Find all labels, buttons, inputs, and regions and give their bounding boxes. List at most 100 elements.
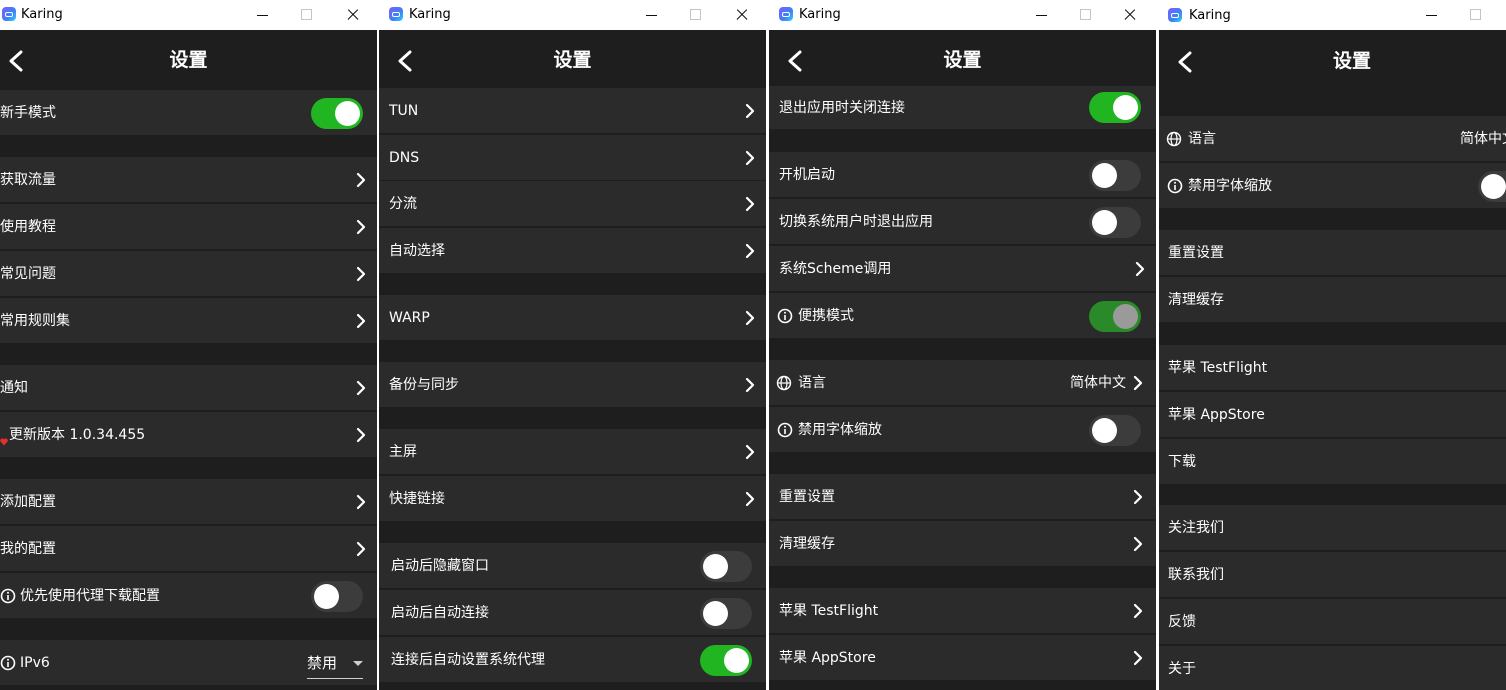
karing-app-icon: [389, 7, 403, 21]
karing-app-icon: [2, 7, 16, 21]
close-on-exit-toggle[interactable]: [1089, 92, 1141, 123]
my-config-row[interactable]: 我的配置: [0, 526, 377, 572]
testflight-label: 苹果 TestFlight: [779, 603, 879, 619]
auto-connect-on-start-label: 启动后自动连接: [391, 605, 489, 621]
settings-window-2: Karing 设置 TUN DNS 分流 自动选择 WARP 备份与同步 主屏: [379, 0, 766, 690]
get-traffic-row[interactable]: 获取流量: [0, 157, 377, 203]
info-icon[interactable]: [0, 588, 16, 604]
app-name: Karing: [799, 7, 841, 22]
about-row[interactable]: 关于: [1159, 646, 1506, 690]
routing-row[interactable]: 分流: [379, 181, 766, 227]
page-title: 设置: [169, 49, 208, 71]
update-row[interactable]: 更新版本 1.0.34.455: [0, 412, 377, 458]
minimize-button[interactable]: [240, 0, 286, 30]
page-header: 设置: [769, 30, 1156, 92]
chevron-right-icon: [745, 243, 755, 259]
close-button[interactable]: [330, 0, 376, 30]
minimize-button[interactable]: [1019, 0, 1065, 30]
home-screen-row[interactable]: 主屏: [379, 429, 766, 475]
info-icon[interactable]: [1167, 178, 1183, 194]
testflight-label: 苹果 TestFlight: [1168, 360, 1268, 376]
tun-row[interactable]: TUN: [379, 88, 766, 134]
dns-row[interactable]: DNS: [379, 135, 766, 181]
download-row[interactable]: 下载: [1159, 439, 1506, 485]
home-screen-label: 主屏: [389, 444, 417, 460]
settings-window-3: Karing 设置 退出应用时关闭连接 开机启动 切换系统用户时退出应用 系统S…: [769, 0, 1156, 690]
faq-row[interactable]: 常见问题: [0, 251, 377, 297]
portable-mode-toggle[interactable]: [1089, 301, 1141, 332]
auto-connect-on-start-toggle[interactable]: [700, 598, 752, 629]
prefer-proxy-download-label: 优先使用代理下载配置: [20, 588, 160, 604]
hide-window-on-start-toggle[interactable]: [700, 551, 752, 582]
chevron-right-icon: [1133, 603, 1143, 619]
info-icon[interactable]: [777, 422, 793, 438]
backup-sync-row[interactable]: 备份与同步: [379, 362, 766, 408]
chevron-right-icon: [356, 313, 366, 329]
info-icon[interactable]: [0, 655, 16, 671]
chevron-right-icon: [356, 380, 366, 396]
info-icon[interactable]: [777, 308, 793, 324]
prefer-proxy-download-toggle[interactable]: [311, 581, 363, 612]
maximize-button[interactable]: [673, 0, 719, 30]
chevron-right-icon: [1133, 536, 1143, 552]
appstore-label: 苹果 AppStore: [779, 650, 876, 666]
exit-on-user-switch-label: 切换系统用户时退出应用: [779, 214, 933, 230]
ipv6-label: IPv6: [20, 655, 50, 671]
disable-font-scaling-toggle[interactable]: [1089, 415, 1141, 446]
reset-settings-row[interactable]: 重置设置: [1159, 230, 1506, 276]
appstore-row[interactable]: 苹果 AppStore: [1159, 392, 1506, 438]
appstore-row[interactable]: 苹果 AppStore: [769, 635, 1156, 681]
close-button[interactable]: [1107, 0, 1153, 30]
chevron-right-icon: [745, 103, 755, 119]
faq-label: 常见问题: [0, 266, 56, 282]
feedback-row[interactable]: 反馈: [1159, 599, 1506, 645]
karing-app-icon: [779, 7, 793, 21]
launch-at-boot-toggle[interactable]: [1089, 160, 1141, 191]
prefer-proxy-download-row: 优先使用代理下载配置: [0, 573, 377, 619]
scheme-call-row[interactable]: 系统Scheme调用: [769, 246, 1156, 292]
clear-cache-row[interactable]: 清理缓存: [769, 521, 1156, 567]
maximize-button[interactable]: [1453, 0, 1499, 30]
warp-row[interactable]: WARP: [379, 295, 766, 341]
disable-font-scaling-label: 禁用字体缩放: [1188, 178, 1272, 194]
update-label: 更新版本 1.0.34.455: [9, 427, 146, 443]
ipv6-dropdown[interactable]: 禁用: [307, 648, 363, 679]
reset-settings-row[interactable]: 重置设置: [769, 474, 1156, 520]
testflight-row[interactable]: 苹果 TestFlight: [769, 588, 1156, 634]
close-button[interactable]: [719, 0, 765, 30]
tun-label: TUN: [389, 103, 419, 119]
rulesets-row[interactable]: 常用规则集: [0, 298, 377, 344]
auto-connect-on-start-row: 启动后自动连接: [379, 590, 766, 636]
add-config-row[interactable]: 添加配置: [0, 479, 377, 525]
auto-select-row[interactable]: 自动选择: [379, 228, 766, 274]
minimize-button[interactable]: [629, 0, 675, 30]
title-bar: Karing: [1159, 0, 1506, 30]
minimize-button[interactable]: [1409, 0, 1455, 30]
title-bar: Karing: [379, 0, 766, 30]
get-traffic-label: 获取流量: [0, 172, 56, 188]
maximize-button[interactable]: [1063, 0, 1109, 30]
disable-font-scaling-toggle[interactable]: [1478, 171, 1506, 202]
tutorial-row[interactable]: 使用教程: [0, 204, 377, 250]
follow-us-row[interactable]: 关注我们: [1159, 505, 1506, 551]
notifications-row[interactable]: 通知: [0, 365, 377, 411]
exit-on-user-switch-toggle[interactable]: [1089, 207, 1141, 238]
language-row[interactable]: 语言 简体中文: [769, 360, 1156, 406]
maximize-button[interactable]: [284, 0, 330, 30]
clear-cache-row[interactable]: 清理缓存: [1159, 277, 1506, 323]
auto-system-proxy-row: 连接后自动设置系统代理: [379, 637, 766, 683]
testflight-row[interactable]: 苹果 TestFlight: [1159, 345, 1506, 391]
auto-system-proxy-label: 连接后自动设置系统代理: [391, 652, 545, 668]
page-header: 设置: [0, 30, 377, 92]
ipv6-row: IPv6 禁用: [0, 640, 377, 686]
language-row[interactable]: 语言 简体中文: [1159, 116, 1506, 162]
portable-mode-row: 便携模式: [769, 293, 1156, 339]
chevron-right-icon: [745, 310, 755, 326]
newbie-mode-toggle[interactable]: [311, 98, 363, 129]
contact-us-row[interactable]: 联系我们: [1159, 552, 1506, 598]
chevron-right-icon: [745, 150, 755, 166]
page-header: 设置: [379, 30, 766, 92]
auto-system-proxy-toggle[interactable]: [700, 645, 752, 676]
karing-app-icon: [1168, 8, 1182, 22]
shortcuts-row[interactable]: 快捷链接: [379, 476, 766, 522]
